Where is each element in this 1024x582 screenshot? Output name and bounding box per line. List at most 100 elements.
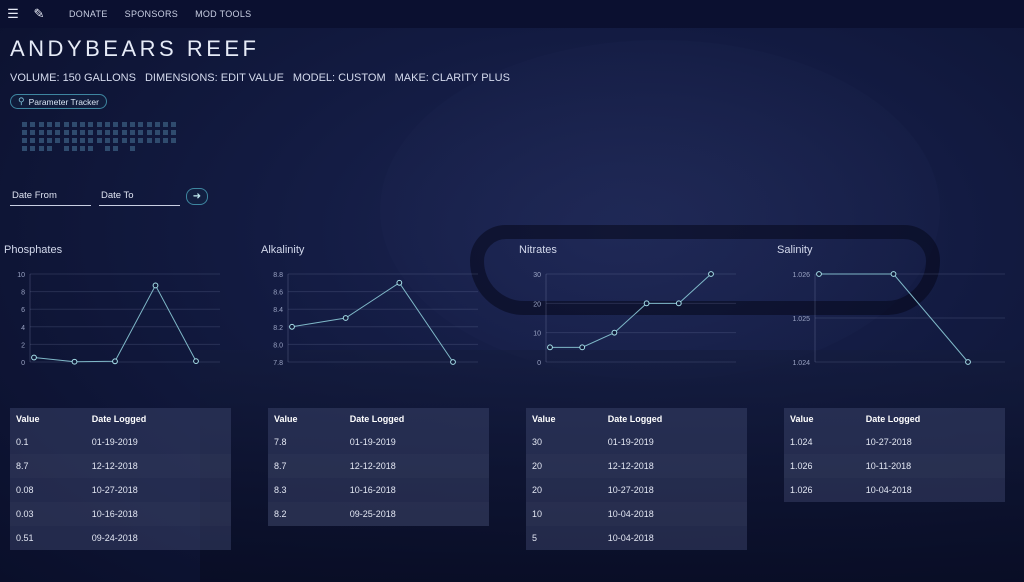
- value-cell: 7.8: [274, 437, 287, 447]
- data-point[interactable]: [193, 358, 199, 365]
- indicator-block: [121, 130, 127, 135]
- value-cell: 10: [532, 509, 543, 519]
- table-row: 0.51 09-24-2018: [10, 526, 231, 550]
- data-point[interactable]: [675, 300, 682, 307]
- indicator-block: [146, 122, 152, 127]
- y-tick-label: 20: [533, 301, 541, 308]
- indicator-block: [30, 122, 36, 127]
- indicator-block: [63, 138, 69, 143]
- indicator-block: [96, 130, 102, 135]
- indicator-block: [38, 130, 44, 135]
- table-row: 0.03 10-16-2018: [10, 502, 231, 526]
- indicator-block: [30, 138, 36, 143]
- indicator-block: [55, 122, 61, 127]
- parameter-tracker-button[interactable]: ⚲ Parameter Tracker: [10, 94, 107, 109]
- data-point[interactable]: [450, 359, 456, 365]
- table-row: 30 01-19-2019: [526, 430, 747, 454]
- data-point[interactable]: [289, 323, 295, 330]
- nav-mod-tools[interactable]: MOD TOOLS: [195, 9, 251, 19]
- y-tick-label: 0: [21, 360, 25, 367]
- indicator-block: [22, 130, 27, 135]
- date-cell: 10-27-2018: [865, 437, 912, 447]
- data-point[interactable]: [708, 271, 714, 277]
- y-tick-label: 10: [533, 331, 541, 338]
- indicator-block: [96, 122, 102, 127]
- date-from-input[interactable]: Date From: [10, 188, 91, 206]
- date-cell: 12-12-2018: [91, 461, 138, 471]
- y-tick-label: 6: [21, 307, 25, 314]
- date-cell: 10-04-2018: [865, 485, 912, 495]
- nav-donate[interactable]: DONATE: [69, 9, 108, 19]
- series-line: [291, 282, 454, 363]
- data-point[interactable]: [71, 358, 78, 365]
- indicator-block: [46, 138, 52, 143]
- alkalinity-line-chart: 8.8 8.6 8.4 8.2 8.0 7.8: [273, 272, 478, 367]
- data-point[interactable]: [611, 329, 618, 336]
- arrow-right-icon[interactable]: ➜: [186, 188, 208, 205]
- indicator-block: [121, 138, 127, 143]
- y-tick-label: 8.0: [273, 342, 283, 349]
- table-row: 1.026 10-11-2018: [784, 454, 1005, 478]
- indicator-block: [46, 122, 52, 127]
- indicator-block: [80, 138, 86, 143]
- data-point[interactable]: [643, 300, 650, 307]
- indicator-block: [38, 122, 44, 127]
- value-header: Value: [532, 414, 556, 424]
- value-header: Value: [16, 414, 40, 424]
- tank-volume: VOLUME: 150 GALLONS: [10, 72, 136, 84]
- date-cell: 10-27-2018: [607, 485, 654, 495]
- value-cell: 8.2: [274, 509, 287, 519]
- table-row: 8.7 12-12-2018: [10, 454, 231, 478]
- alkalinity-table: Value Date Logged 7.8 01-19-2019 8.7 12-12-…: [268, 408, 489, 526]
- indicator-block: [113, 138, 119, 143]
- indicator-block: [88, 130, 94, 135]
- date-cell: 10-11-2018: [865, 461, 912, 471]
- indicator-block: [163, 122, 169, 127]
- indicator-block: [71, 130, 77, 135]
- date-header: Date Logged: [607, 414, 663, 424]
- tank-make: MAKE: CLARITY PLUS: [394, 72, 510, 84]
- indicator-block: [22, 146, 27, 151]
- tank-dimensions[interactable]: DIMENSIONS: EDIT VALUE: [145, 72, 284, 84]
- indicator-block: [146, 138, 152, 143]
- date-cell: 12-12-2018: [607, 461, 654, 471]
- data-point[interactable]: [396, 279, 403, 286]
- value-cell: 0.51: [16, 533, 34, 543]
- y-tick-label: 8.2: [273, 325, 283, 332]
- table-row: 1.024 10-27-2018: [784, 430, 1005, 454]
- date-to-input[interactable]: Date To: [99, 188, 180, 206]
- data-point[interactable]: [112, 358, 118, 365]
- data-point[interactable]: [152, 282, 159, 289]
- table-row: 5 10-04-2018: [526, 526, 747, 550]
- indicator-block: [80, 146, 86, 151]
- indicator-block: [63, 146, 69, 151]
- pencil-icon[interactable]: ✎: [26, 0, 52, 28]
- data-point[interactable]: [342, 315, 349, 321]
- indicator-block: [71, 122, 77, 127]
- indicator-block: [138, 122, 144, 127]
- data-point[interactable]: [547, 344, 553, 351]
- value-cell: 1.024: [790, 437, 813, 447]
- nav-sponsors[interactable]: SPONSORS: [125, 9, 178, 19]
- indicator-block: [22, 122, 27, 127]
- indicator-block: [138, 138, 144, 143]
- data-point[interactable]: [816, 271, 822, 277]
- value-header: Value: [274, 414, 298, 424]
- data-point[interactable]: [890, 271, 897, 277]
- phosphates-line-chart: 10 8 6 4 2 0: [17, 272, 220, 367]
- salinity-line-chart: 1.026 1.025 1.024: [792, 271, 1005, 367]
- chart-title: Salinity: [777, 244, 813, 256]
- table-row: 0.1 01-19-2019: [10, 430, 231, 454]
- data-point[interactable]: [579, 344, 586, 351]
- data-point[interactable]: [965, 359, 971, 365]
- indicator-block: [105, 130, 110, 135]
- data-point[interactable]: [31, 354, 37, 361]
- chart-phosphates: Phosphates 10 8 6 4 2 0: [4, 244, 254, 369]
- y-tick-label: 7.8: [273, 360, 283, 367]
- indicator-block: [121, 122, 127, 127]
- indicator-block: [63, 130, 69, 135]
- indicator-block: [88, 138, 94, 143]
- menu-icon[interactable]: ☰: [0, 0, 26, 28]
- y-tick-label: 1.026: [792, 272, 810, 279]
- date-cell: 10-27-2018: [91, 485, 138, 495]
